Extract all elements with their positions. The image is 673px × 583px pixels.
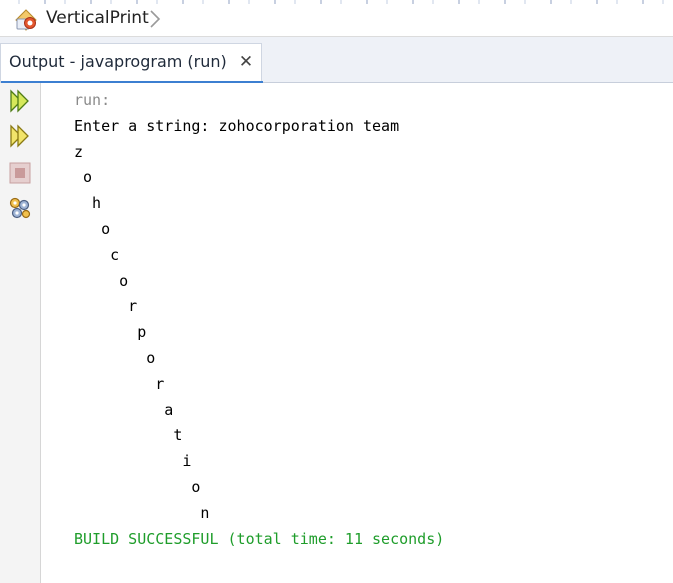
build-status-line: BUILD SUCCESSFUL (total time: 11 seconds… (74, 529, 445, 548)
close-icon[interactable]: ✕ (237, 52, 255, 72)
rerun-icon[interactable] (8, 89, 32, 113)
console-line: Enter a string: zohocorporation team (74, 116, 400, 135)
console-line: o (74, 477, 201, 496)
clipped-editor-edge (0, 0, 673, 4)
tab-output[interactable]: Output - javaprogram (run) ✕ (0, 43, 263, 84)
stop-icon[interactable] (8, 161, 32, 185)
console-line: z (74, 142, 84, 161)
console-line: c (74, 245, 120, 264)
console-line: h (74, 194, 102, 213)
console-line: r (74, 297, 138, 316)
console-line: o (74, 168, 93, 187)
rerun-with-options-icon[interactable] (8, 124, 32, 148)
settings-icon[interactable] (8, 196, 32, 220)
breadcrumb-class-name[interactable]: VerticalPrint (46, 7, 149, 29)
console-line: r (74, 374, 165, 393)
console-lines: run: Enter a string: zohocorporation team… (74, 88, 444, 552)
output-tab-bar: Output - javaprogram (run) ✕ (0, 37, 673, 84)
run-label-line: run: (74, 91, 111, 109)
tab-output-label: Output - javaprogram (run) (9, 52, 227, 71)
console-line: n (74, 503, 210, 522)
editor-breadcrumb-bar: VerticalPrint (0, 0, 673, 37)
console-line: o (74, 219, 111, 238)
console-line: a (74, 400, 174, 419)
console-line: i (74, 452, 192, 471)
chevron-right-icon[interactable] (147, 8, 163, 30)
console-line: t (74, 426, 183, 445)
console-line: o (74, 271, 129, 290)
output-console[interactable]: run: Enter a string: zohocorporation team… (41, 83, 673, 583)
console-line: p (74, 323, 147, 342)
java-class-icon (15, 9, 37, 31)
output-toolbar (0, 83, 41, 583)
console-line: o (74, 348, 156, 367)
